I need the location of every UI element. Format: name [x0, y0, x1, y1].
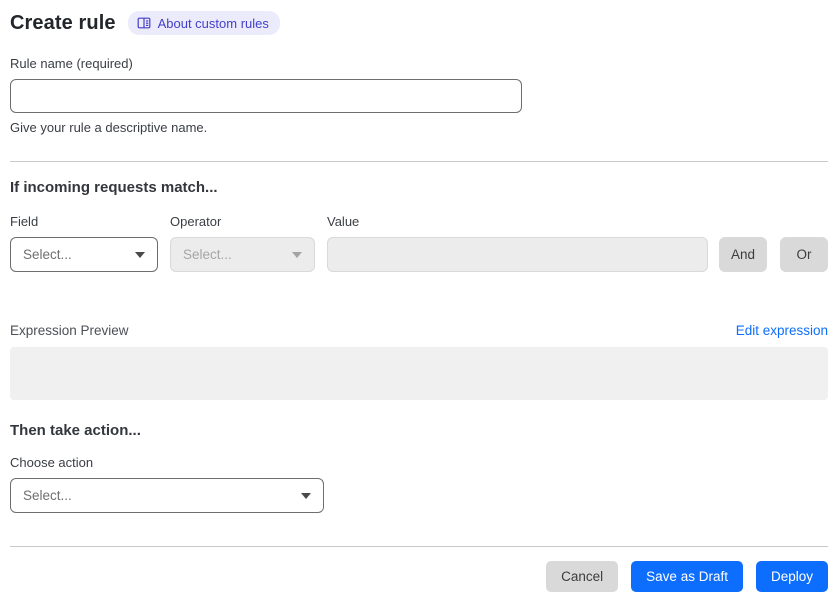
match-labels-row: Field Operator Value: [10, 214, 828, 229]
about-custom-rules-badge[interactable]: About custom rules: [127, 11, 280, 35]
chevron-down-icon: [135, 251, 145, 258]
field-select-value: Select...: [23, 247, 72, 262]
operator-label: Operator: [170, 214, 222, 229]
save-as-draft-button[interactable]: Save as Draft: [631, 561, 743, 592]
or-button[interactable]: Or: [780, 237, 828, 272]
edit-expression-link[interactable]: Edit expression: [736, 323, 828, 338]
book-icon: [137, 16, 151, 30]
operator-select: Select...: [170, 237, 315, 272]
page-title: Create rule: [10, 11, 116, 34]
badge-label: About custom rules: [157, 15, 269, 31]
rule-name-label: Rule name (required): [10, 56, 133, 71]
match-controls-row: Select... Select... And Or: [10, 237, 828, 272]
footer-actions: Cancel Save as Draft Deploy: [10, 561, 828, 592]
and-button[interactable]: And: [719, 237, 767, 272]
page-header: Create rule About custom rules: [10, 11, 828, 35]
divider-top: [10, 161, 828, 162]
value-label: Value: [327, 214, 360, 229]
operator-select-value: Select...: [183, 247, 232, 262]
deploy-button[interactable]: Deploy: [755, 561, 828, 592]
chevron-down-icon: [292, 251, 302, 258]
expression-preview-label: Expression Preview: [10, 323, 129, 338]
value-input: [327, 237, 708, 272]
choose-action-label: Choose action: [10, 455, 94, 470]
choose-action-select[interactable]: Select...: [10, 478, 324, 513]
rule-name-input[interactable]: [10, 79, 522, 113]
cancel-button[interactable]: Cancel: [546, 561, 619, 592]
create-rule-page: Create rule About custom rules Rule name…: [0, 0, 839, 597]
field-select[interactable]: Select...: [10, 237, 158, 272]
action-section-heading: Then take action...: [10, 422, 141, 439]
expression-preview-header: Expression Preview Edit expression: [10, 323, 828, 338]
match-section-heading: If incoming requests match...: [10, 179, 218, 196]
rule-name-help-text: Give your rule a descriptive name.: [10, 120, 208, 135]
choose-action-select-value: Select...: [23, 488, 72, 503]
field-label: Field: [10, 214, 39, 229]
expression-preview-box: [10, 347, 828, 400]
chevron-down-icon: [301, 492, 311, 499]
divider-bottom: [10, 546, 828, 547]
